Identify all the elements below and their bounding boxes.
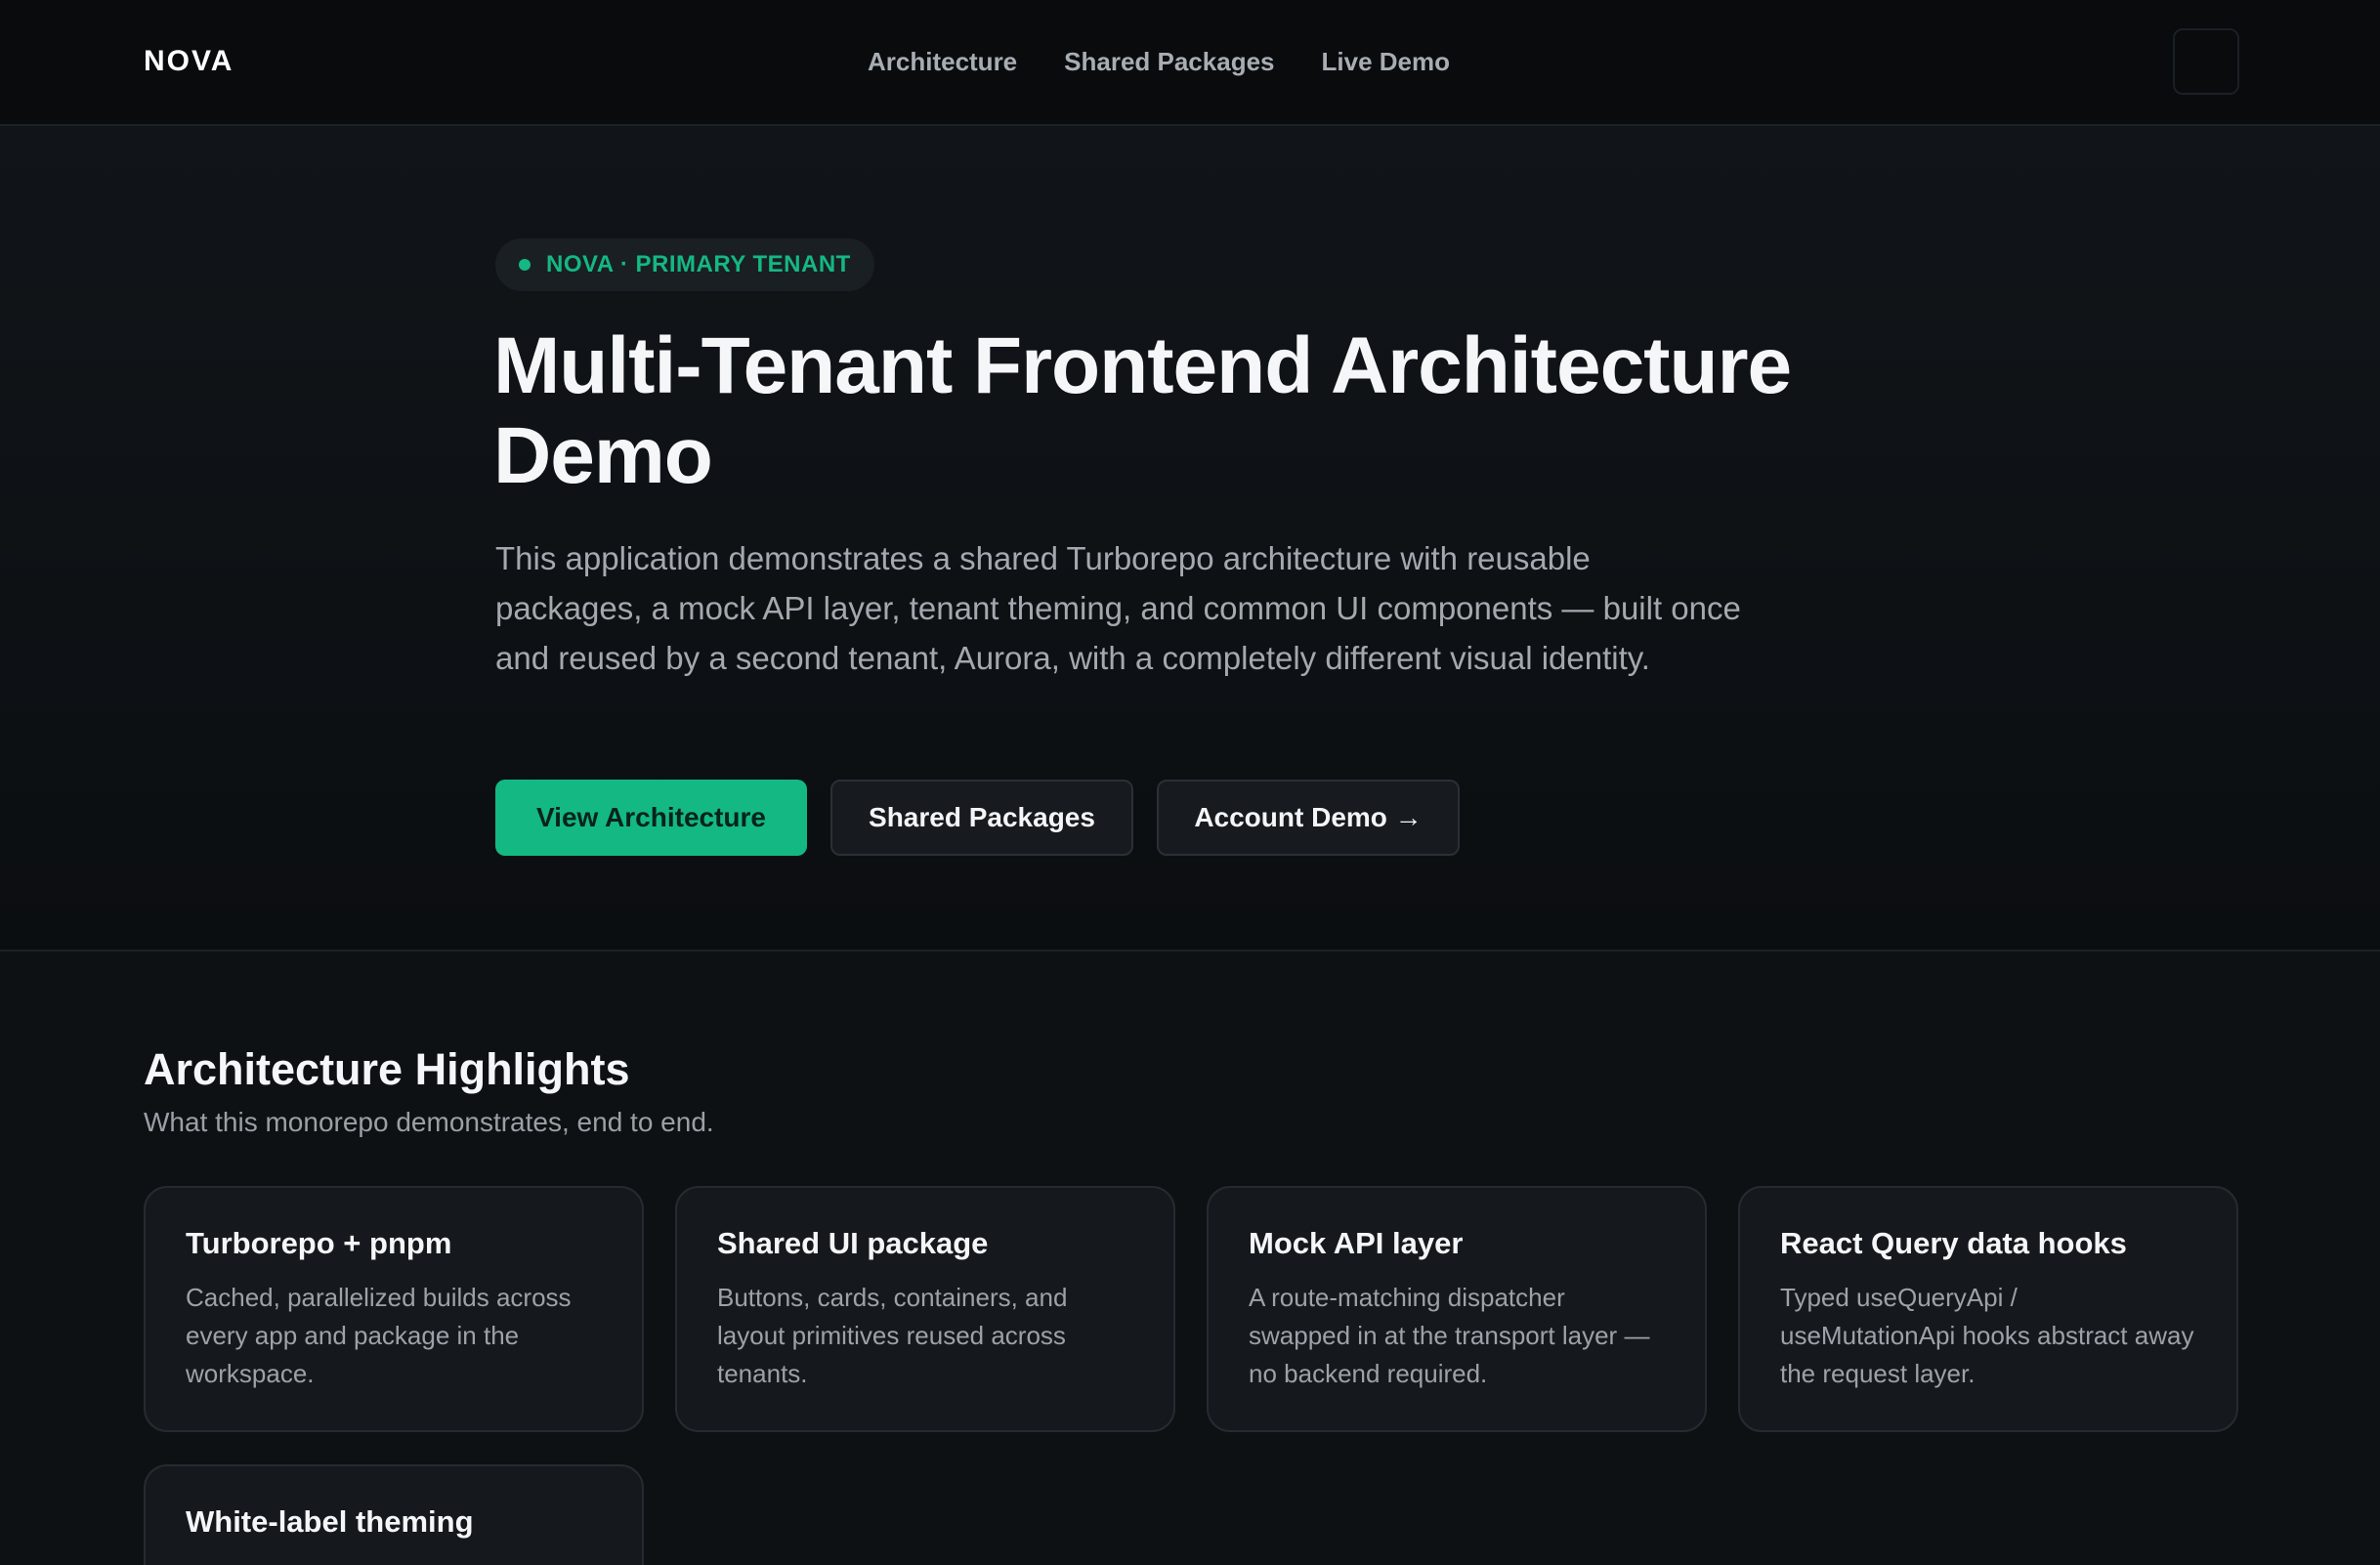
- page: NOVA Architecture Shared Packages Live D…: [0, 0, 2380, 1565]
- card-title: Mock API layer: [1249, 1226, 1464, 1260]
- menu-toggle-button[interactable]: [2173, 28, 2239, 95]
- card-description: Typed useQueryApi / useMutationApi hooks…: [1780, 1283, 2194, 1388]
- shared-packages-button[interactable]: Shared Packages: [830, 780, 1133, 856]
- highlight-card: Shared UI package Buttons, cards, contai…: [675, 1186, 1175, 1432]
- highlight-card: White-label theming: [144, 1464, 644, 1565]
- tenant-badge-label: NOVA · PRIMARY TENANT: [546, 251, 851, 277]
- account-demo-button[interactable]: Account Demo →: [1157, 780, 1460, 856]
- section-subtitle: What this monorepo demonstrates, end to …: [144, 1107, 714, 1137]
- nav-link-shared-packages[interactable]: Shared Packages: [1064, 47, 1274, 77]
- card-description: Cached, parallelized builds across every…: [186, 1283, 572, 1388]
- card-description: A route-matching dispatcher swapped in a…: [1249, 1283, 1650, 1388]
- section-title: Architecture Highlights: [144, 1044, 630, 1094]
- top-navigation: NOVA Architecture Shared Packages Live D…: [0, 0, 2380, 126]
- highlight-card: Turborepo + pnpm Cached, parallelized bu…: [144, 1186, 644, 1432]
- card-title: White-label theming: [186, 1504, 474, 1539]
- hero-description: This application demonstrates a shared T…: [495, 540, 1741, 676]
- card-description: Buttons, cards, containers, and layout p…: [717, 1283, 1068, 1388]
- nav-links: Architecture Shared Packages Live Demo: [0, 47, 2380, 77]
- view-architecture-button[interactable]: View Architecture: [495, 780, 807, 856]
- status-dot-icon: [519, 259, 531, 271]
- card-title: Shared UI package: [717, 1226, 989, 1260]
- tenant-badge: NOVA · PRIMARY TENANT: [495, 238, 874, 291]
- page-title: Multi-Tenant Frontend Architecture Demo: [493, 321, 1792, 500]
- highlight-card: React Query data hooks Typed useQueryApi…: [1738, 1186, 2238, 1432]
- highlight-card: Mock API layer A route-matching dispatch…: [1207, 1186, 1707, 1432]
- hero-section: NOVA · PRIMARY TENANT Multi-Tenant Front…: [0, 126, 2380, 952]
- card-title: Turborepo + pnpm: [186, 1226, 452, 1260]
- nav-link-live-demo[interactable]: Live Demo: [1322, 47, 1451, 77]
- nav-link-architecture[interactable]: Architecture: [868, 47, 1017, 77]
- card-title: React Query data hooks: [1780, 1226, 2127, 1260]
